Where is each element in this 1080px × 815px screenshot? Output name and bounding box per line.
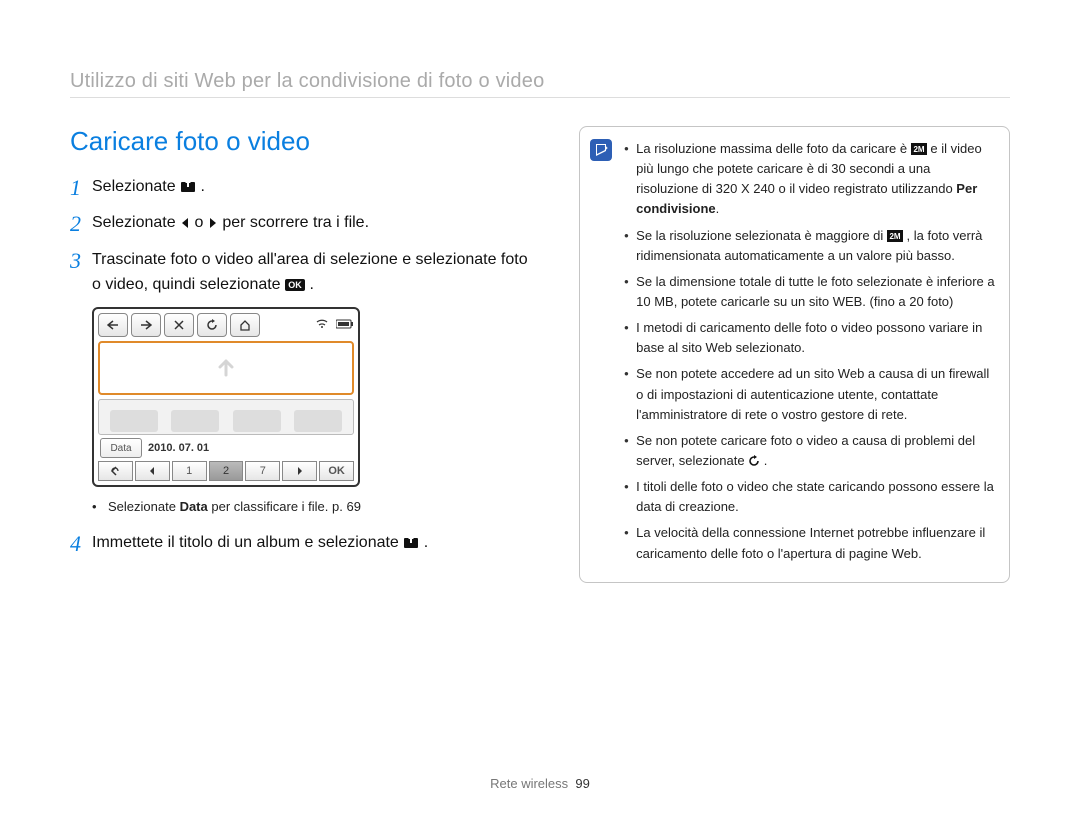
step-number: 2: [70, 211, 92, 237]
cam-page-7[interactable]: 7: [245, 461, 280, 481]
note-box: La risoluzione massima delle foto da car…: [579, 126, 1010, 583]
thumbnail[interactable]: [171, 410, 219, 432]
thumbnail[interactable]: [233, 410, 281, 432]
step-text: Trascinate foto o video all'area di sele…: [92, 248, 539, 298]
cam-date-button[interactable]: Data: [100, 438, 142, 458]
chevron-right-icon: [208, 217, 218, 229]
text: La risoluzione massima delle foto da car…: [636, 141, 911, 156]
bullet: •: [92, 497, 100, 517]
text: Selezionate: [92, 178, 180, 195]
upload-icon: [403, 535, 419, 549]
step-text: Selezionate .: [92, 175, 539, 200]
resolution-2m-icon: 2M: [887, 230, 903, 242]
cam-home-button[interactable]: [230, 313, 260, 337]
cam-nav-prev[interactable]: [135, 461, 170, 481]
cam-page-1[interactable]: 1: [172, 461, 207, 481]
content-columns: Caricare foto o video 1 Selezionate . 2 …: [70, 126, 1010, 583]
text: .: [764, 453, 768, 468]
cam-close-button[interactable]: [164, 313, 194, 337]
note-item: Se la dimensione totale di tutte le foto…: [624, 272, 995, 312]
cam-refresh-button[interactable]: [197, 313, 227, 337]
cam-forward-button[interactable]: [131, 313, 161, 337]
text: Selezionate Data per classificare i file…: [108, 497, 361, 517]
left-column: Caricare foto o video 1 Selezionate . 2 …: [70, 126, 539, 583]
cam-nav-ok[interactable]: OK: [319, 461, 354, 481]
note-icon: [590, 139, 612, 161]
cam-date-value: 2010. 07. 01: [148, 442, 209, 454]
camera-ui-screenshot: Data 2010. 07. 01 1 2 7 OK: [92, 307, 360, 487]
text: Se la risoluzione selezionata è maggiore…: [636, 228, 887, 243]
step-text: Selezionate o per scorrere tra i file.: [92, 211, 539, 236]
cam-back-button[interactable]: [98, 313, 128, 337]
thumbnail[interactable]: [294, 410, 342, 432]
footer-section: Rete wireless: [490, 776, 568, 791]
text: Immettete il titolo di un album e selezi…: [92, 534, 403, 551]
refresh-icon: [748, 455, 760, 467]
battery-icon: [336, 316, 354, 334]
page-number: 99: [575, 776, 589, 791]
cam-thumbnails: [98, 399, 354, 435]
text: per classificare i file. p. 69: [208, 499, 361, 514]
cam-toolbar: [98, 313, 354, 337]
page: Utilizzo di siti Web per la condivisione…: [0, 0, 1080, 815]
step-2: 2 Selezionate o per scorrere tra i file.: [70, 211, 539, 237]
sub-bullet: • Selezionate Data per classificare i fi…: [92, 497, 539, 517]
ok-icon: OK: [285, 279, 305, 291]
text: o: [195, 214, 208, 231]
resolution-2m-icon: 2M: [911, 143, 927, 155]
text: Selezionate: [92, 214, 180, 231]
text: Se non potete caricare foto o video a ca…: [636, 433, 975, 468]
note-item: La risoluzione massima delle foto da car…: [624, 139, 995, 220]
note-item: I titoli delle foto o video che state ca…: [624, 477, 995, 517]
thumbnail[interactable]: [110, 410, 158, 432]
step-3: 3 Trascinate foto o video all'area di se…: [70, 248, 539, 298]
step-number: 1: [70, 175, 92, 201]
chevron-left-icon: [180, 217, 190, 229]
note-list: La risoluzione massima delle foto da car…: [624, 139, 995, 564]
svg-text:2M: 2M: [889, 232, 900, 241]
note-item: Se non potete accedere ad un sito Web a …: [624, 364, 995, 424]
step-1: 1 Selezionate .: [70, 175, 539, 201]
page-title: Caricare foto o video: [70, 126, 539, 157]
note-item: Se non potete caricare foto o video a ca…: [624, 431, 995, 471]
right-column: La risoluzione massima delle foto da car…: [579, 126, 1010, 583]
text: .: [424, 534, 428, 551]
text-bold: Data: [180, 499, 208, 514]
text: .: [716, 201, 720, 216]
footer: Rete wireless 99: [0, 776, 1080, 791]
svg-text:OK: OK: [288, 280, 302, 290]
text: Selezionate: [108, 499, 180, 514]
note-item: Se la risoluzione selezionata è maggiore…: [624, 226, 995, 266]
step-number: 4: [70, 531, 92, 557]
breadcrumb: Utilizzo di siti Web per la condivisione…: [70, 70, 1010, 98]
note-item: I metodi di caricamento delle foto o vid…: [624, 318, 995, 358]
note-item: La velocità della connessione Internet p…: [624, 523, 995, 563]
cam-nav-next[interactable]: [282, 461, 317, 481]
text: .: [201, 178, 205, 195]
cam-nav-back[interactable]: [98, 461, 133, 481]
step-number: 3: [70, 248, 92, 274]
cam-drop-area[interactable]: [98, 341, 354, 395]
cam-bottom-bar: 1 2 7 OK: [98, 461, 354, 481]
step-text: Immettete il titolo di un album e selezi…: [92, 531, 539, 556]
cam-page-2[interactable]: 2: [209, 461, 244, 481]
step-4: 4 Immettete il titolo di un album e sele…: [70, 531, 539, 557]
upload-icon: [180, 179, 196, 193]
svg-text:2M: 2M: [913, 145, 924, 154]
text: .: [309, 276, 313, 293]
text: per scorrere tra i file.: [222, 214, 369, 231]
cam-date-row: Data 2010. 07. 01: [98, 439, 354, 457]
wifi-icon: [315, 316, 329, 334]
